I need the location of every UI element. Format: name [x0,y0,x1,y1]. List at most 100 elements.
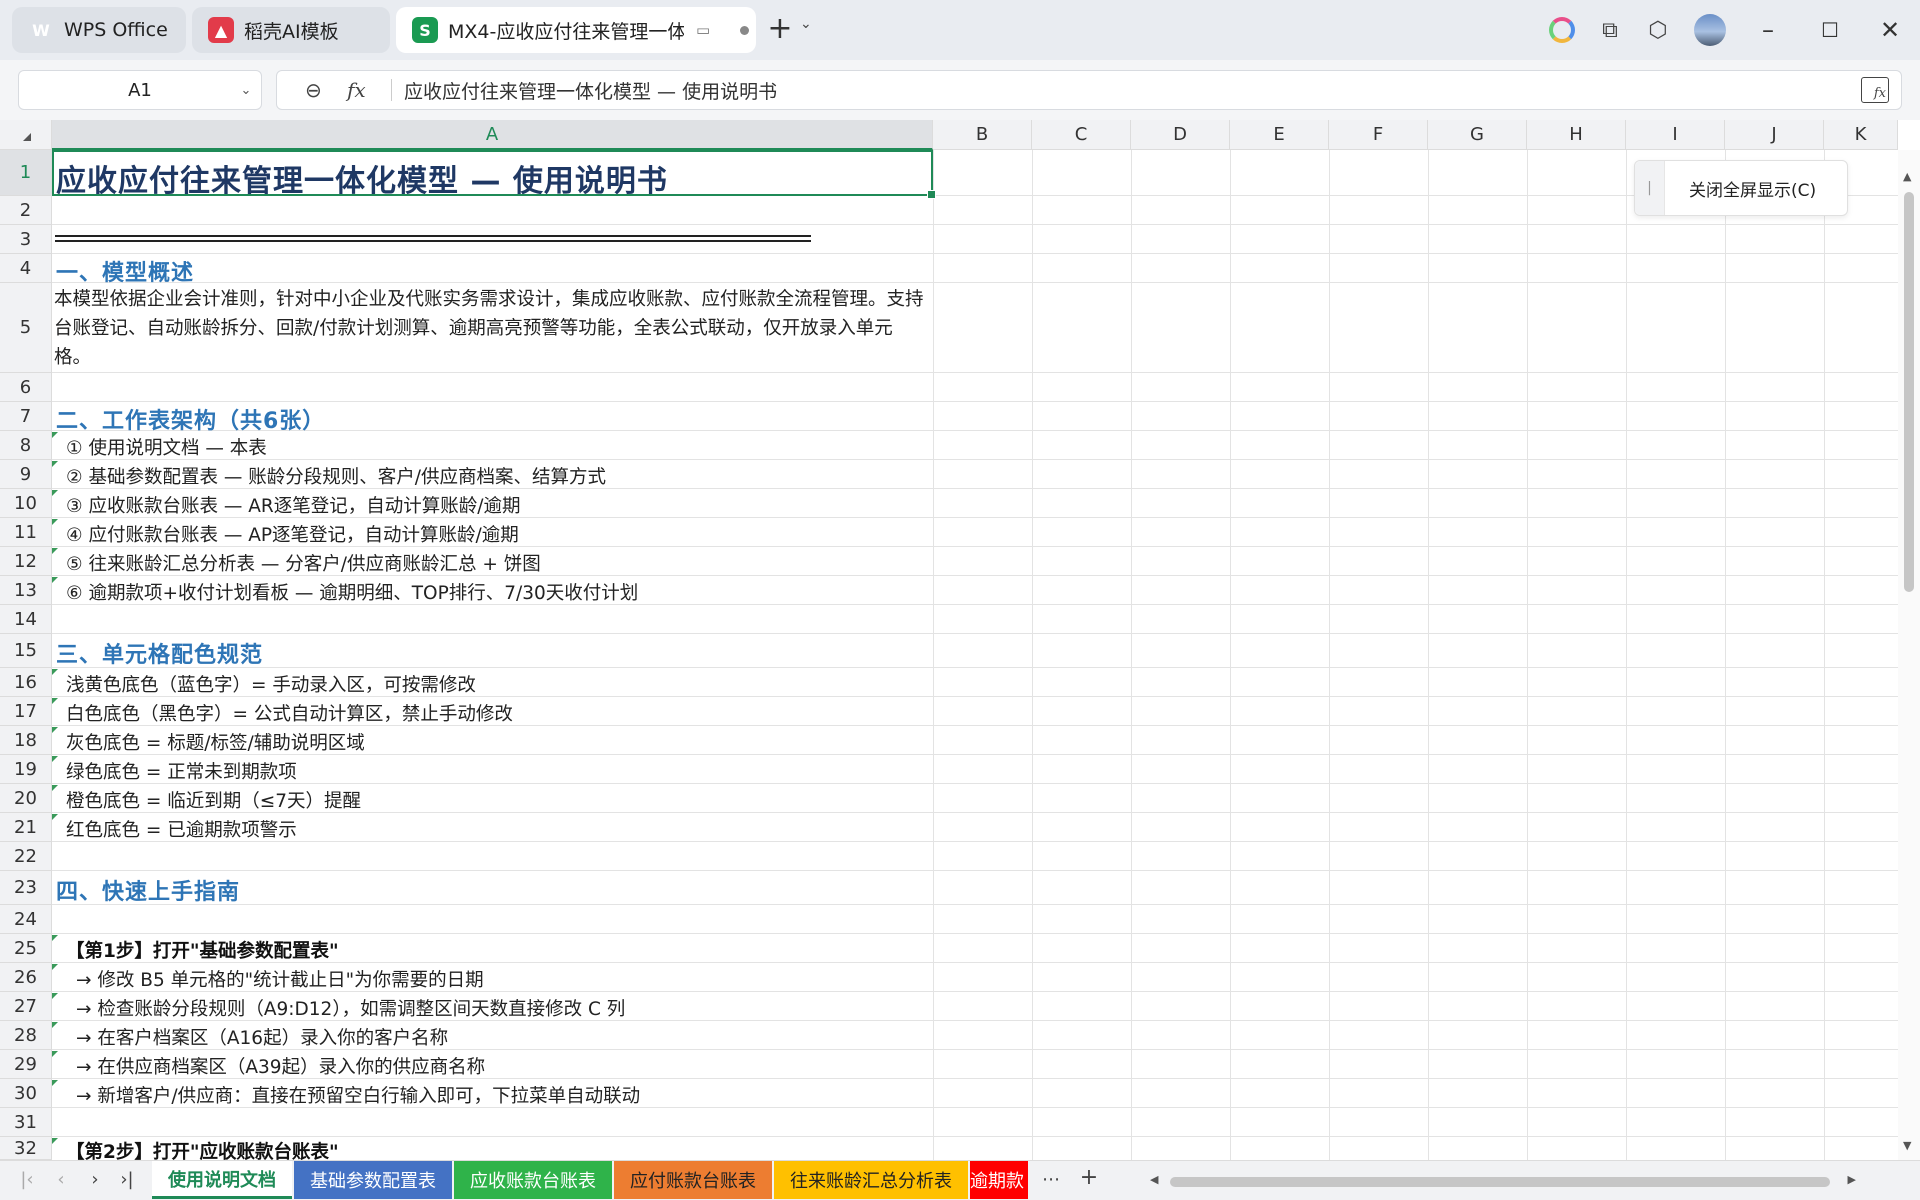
name-box-value[interactable]: A1 [19,80,231,101]
close-window-button[interactable]: ✕ [1872,14,1908,46]
sheet-grid[interactable]: A B C D E F G H I J K 1 2 3 4 5 6 7 8 9 … [0,120,1920,1163]
sheet-tab-ap[interactable]: 应付账款台账表 [614,1161,772,1199]
row-header[interactable]: 21 [0,813,52,842]
scroll-up-icon[interactable]: ▲ [1903,170,1911,183]
scroll-down-icon[interactable]: ▼ [1903,1139,1911,1152]
sheet-tab-aging[interactable]: 往来账龄汇总分析表 [774,1161,968,1199]
exit-fullscreen-popup[interactable]: | 关闭全屏显示(C) [1634,160,1848,216]
row-header[interactable]: 11 [0,518,52,547]
monitor-icon[interactable]: ▭ [696,21,710,39]
row-header[interactable]: 24 [0,905,52,934]
add-sheet-button[interactable]: + [1076,1165,1102,1190]
chevron-down-icon[interactable]: ⌄ [231,83,261,98]
row-header[interactable]: 22 [0,842,52,871]
row-header[interactable]: 23 [0,871,52,905]
scrollbar-thumb[interactable] [1170,1177,1830,1187]
row-header[interactable]: 9 [0,460,52,489]
list-item: 浅黄色底色（蓝色字）= 手动录入区，可按需修改 [66,675,476,696]
minimize-button[interactable]: – [1750,14,1786,46]
column-header-i[interactable]: I [1626,120,1725,150]
insert-function-icon[interactable]: fx [1861,77,1889,103]
column-header-c[interactable]: C [1032,120,1131,150]
maximize-button[interactable]: ☐ [1812,14,1848,46]
tab-daoke-ai[interactable]: ▲ 稻壳AI模板 [192,7,390,53]
row-header[interactable]: 29 [0,1050,52,1079]
tab-list-chevron-icon[interactable]: ⌄ [800,16,812,32]
row-header[interactable]: 8 [0,431,52,460]
column-header-g[interactable]: G [1428,120,1527,150]
row-header[interactable]: 30 [0,1079,52,1108]
exit-fullscreen-button[interactable]: 关闭全屏显示(C) [1689,176,1816,201]
row-header[interactable]: 13 [0,576,52,605]
sheet-tab-ar[interactable]: 应收账款台账表 [454,1161,612,1199]
column-header-d[interactable]: D [1131,120,1230,150]
first-sheet-icon[interactable]: |‹ [14,1169,40,1190]
row-header[interactable]: 1 [0,150,52,196]
row-header[interactable]: 7 [0,402,52,431]
name-box[interactable]: A1 ⌄ [18,70,262,110]
row-header[interactable]: 25 [0,934,52,963]
active-cell-selection[interactable] [52,150,936,199]
more-sheets-icon[interactable]: ⋯ [1038,1169,1064,1190]
row-header[interactable]: 14 [0,605,52,634]
formula-input[interactable]: 应收应付往来管理一体化模型 — 使用说明书 [404,77,1861,104]
tab-wps-office[interactable]: W WPS Office [12,7,186,53]
unsaved-dot-icon[interactable] [740,25,750,35]
row-header[interactable]: 15 [0,634,52,668]
row-header[interactable]: 20 [0,784,52,813]
formula-bar: A1 ⌄ ⊖ fx 应收应付往来管理一体化模型 — 使用说明书 fx [0,60,1920,120]
section-heading: 一、模型概述 [56,261,195,286]
drag-handle-icon[interactable]: | [1635,161,1665,215]
grid-line [1329,150,1330,1160]
horizontal-scrollbar[interactable]: ◀ ▶ [1146,1171,1868,1191]
formula-input-area[interactable]: ⊖ fx 应收应付往来管理一体化模型 — 使用说明书 fx [276,70,1902,110]
prev-sheet-icon[interactable]: ‹ [48,1169,74,1190]
row-header[interactable]: 18 [0,726,52,755]
avatar[interactable] [1694,14,1726,46]
column-header-j[interactable]: J [1725,120,1824,150]
row-header[interactable]: 27 [0,992,52,1021]
column-header-b[interactable]: B [933,120,1032,150]
column-header-k[interactable]: K [1824,120,1898,150]
scroll-left-icon[interactable]: ◀ [1150,1173,1158,1186]
tab-document[interactable]: S MX4-应收应付往来管理一体 ▭ [396,7,756,53]
overview-paragraph: 本模型依据企业会计准则，针对中小企业及代账实务需求设计，集成应收账款、应付账款全… [54,289,924,368]
row-header[interactable]: 32 [0,1137,52,1160]
row-header[interactable]: 2 [0,196,52,225]
column-header-h[interactable]: H [1527,120,1626,150]
scrollbar-thumb[interactable] [1904,192,1914,592]
row-header[interactable]: 26 [0,963,52,992]
window-copy-icon[interactable]: ⧉ [1596,16,1624,44]
column-header-e[interactable]: E [1230,120,1329,150]
row-header[interactable]: 12 [0,547,52,576]
sheet-tab-overdue[interactable]: 逾期款 [970,1161,1028,1199]
row-header[interactable]: 17 [0,697,52,726]
ai-assistant-icon[interactable] [1548,16,1576,44]
cube-icon[interactable]: ⬡ [1644,16,1672,44]
last-sheet-icon[interactable]: ›| [114,1169,140,1190]
vertical-scrollbar[interactable]: ▲ ▼ [1898,150,1920,1160]
row-header[interactable]: 4 [0,254,52,283]
list-item: → 在供应商档案区（A39起）录入你的供应商名称 [76,1057,486,1078]
next-sheet-icon[interactable]: › [82,1169,108,1190]
list-item: 橙色底色 = 临近到期（≤7天）提醒 [66,791,362,812]
row-header[interactable]: 10 [0,489,52,518]
row-header[interactable]: 16 [0,668,52,697]
row-header[interactable]: 6 [0,373,52,402]
row-header[interactable]: 28 [0,1021,52,1050]
fx-icon[interactable]: fx [347,78,377,102]
row-header[interactable]: 31 [0,1108,52,1137]
sheet-tab-usage[interactable]: 使用说明文档 [152,1161,292,1199]
grid-line [52,870,1900,871]
column-header-f[interactable]: F [1329,120,1428,150]
green-triangle-marker [52,814,58,820]
column-header-a[interactable]: A [52,120,933,150]
zoom-icon[interactable]: ⊖ [305,78,335,102]
row-header[interactable]: 3 [0,225,52,254]
select-all-corner[interactable] [0,120,52,150]
row-header[interactable]: 5 [0,283,52,373]
scroll-right-icon[interactable]: ▶ [1848,1173,1856,1186]
row-header[interactable]: 19 [0,755,52,784]
new-tab-button[interactable]: + [764,14,796,46]
sheet-tab-params[interactable]: 基础参数配置表 [294,1161,452,1199]
